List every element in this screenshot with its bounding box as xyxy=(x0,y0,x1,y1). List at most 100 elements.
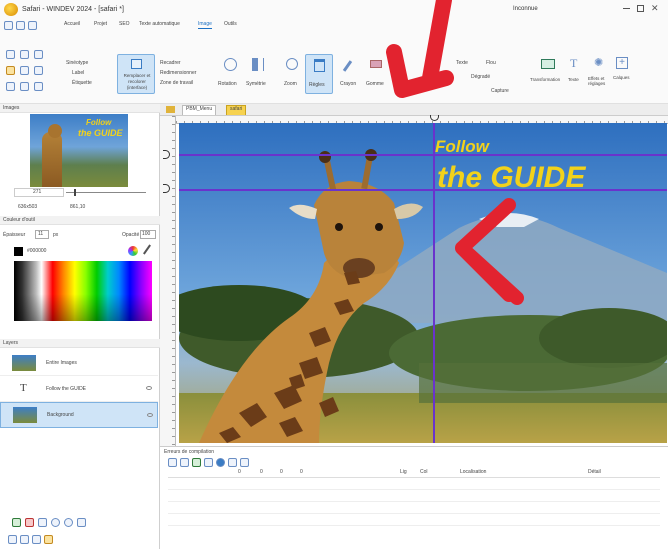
ribbon: Sinéotype Label Étiquette Remplacer et r… xyxy=(0,46,668,104)
layer-item[interactable]: Entire Images xyxy=(0,352,158,376)
size-label: 636x503 xyxy=(18,204,38,210)
folder-icon xyxy=(166,106,175,113)
maximize-icon[interactable] xyxy=(637,5,644,12)
layer-image-icon xyxy=(12,355,36,371)
window-controls: ✕ xyxy=(585,3,665,14)
minimize-icon[interactable] xyxy=(623,8,630,9)
zoom-slider[interactable] xyxy=(66,189,146,196)
slider-thumb[interactable] xyxy=(74,189,76,196)
capture-button[interactable]: Capture xyxy=(491,88,509,95)
zoom-button[interactable]: Zoom xyxy=(282,56,304,94)
title-bar: Safari - WINDEV 2024 - [safari *] Inconn… xyxy=(0,0,668,46)
sineotype-button[interactable]: Sinéotype xyxy=(66,60,88,67)
errors-header-row: 0 0 0 0 Lig Col Localisation Détail xyxy=(168,469,660,478)
image-canvas[interactable]: Follow the GUIDE xyxy=(179,123,667,443)
flip-icon xyxy=(252,58,264,71)
app-logo[interactable] xyxy=(4,3,18,16)
ruler-icon xyxy=(314,59,325,72)
effects-button[interactable]: ✺ Effets et réglages xyxy=(588,56,612,94)
layer-item[interactable]: T Follow the GUIDE xyxy=(0,378,158,402)
image-thumbnail[interactable]: Follow the GUIDE xyxy=(30,114,128,187)
hex-value: #000000 xyxy=(27,248,47,254)
opacity-input[interactable]: 100 xyxy=(140,230,156,239)
calques-button[interactable]: + Calques xyxy=(613,56,633,94)
overlay-title-line2: the GUIDE xyxy=(437,161,586,194)
add-layer-icon[interactable] xyxy=(12,518,21,527)
panel-title: Erreurs de compilation xyxy=(164,449,215,455)
opacity-label: Opacité xyxy=(122,232,140,238)
ribbon-group1: Sinéotype Label Étiquette xyxy=(66,60,110,100)
rotate-icon xyxy=(224,58,237,71)
error-count[interactable]: 0 xyxy=(238,469,241,476)
text-layer-icon: T xyxy=(20,382,27,394)
delete-layer-icon[interactable] xyxy=(25,518,34,527)
move-up-icon[interactable] xyxy=(64,518,73,527)
ribbon-left-icons xyxy=(6,50,62,96)
layer-name: Follow the GUIDE xyxy=(46,386,87,392)
duplicate-layer-icon[interactable] xyxy=(38,518,47,527)
tab-texte-auto[interactable]: Texte automatique xyxy=(139,21,180,28)
crayon-button[interactable]: Crayon xyxy=(338,56,362,94)
tab-pbm-menu[interactable]: PBM_Menu xyxy=(182,105,217,115)
rotation-button[interactable]: Rotation xyxy=(218,56,242,94)
overlay-title-line1: Follow xyxy=(435,137,491,156)
layer-item-selected[interactable]: Background xyxy=(0,402,158,428)
canvas-image: Follow the GUIDE xyxy=(179,123,667,443)
layer-name: Background xyxy=(47,412,74,418)
close-icon[interactable]: ✕ xyxy=(651,3,659,14)
crop-button[interactable]: Recadrer xyxy=(160,60,181,67)
layer-toolbar xyxy=(12,518,102,530)
tab-projet[interactable]: Projet xyxy=(94,21,107,28)
degrade-button[interactable]: Dégradé xyxy=(471,74,490,81)
unit-label: px xyxy=(53,232,59,238)
tab-outils[interactable]: Outils xyxy=(224,21,237,28)
eyedropper-icon[interactable] xyxy=(143,244,151,255)
col-localisation[interactable]: Localisation xyxy=(460,469,486,476)
panel-tabs xyxy=(8,534,68,546)
visibility-icon[interactable] xyxy=(146,386,152,390)
thumbnail-title-line1: Follow xyxy=(86,118,112,127)
visibility-icon[interactable] xyxy=(147,413,153,417)
merge-icon[interactable] xyxy=(77,518,86,527)
col-lig[interactable]: Lig xyxy=(400,469,407,476)
quick-access xyxy=(4,21,64,43)
tab-seo[interactable]: SEO xyxy=(119,21,130,28)
warning-count[interactable]: 0 xyxy=(260,469,263,476)
resize-button[interactable]: Redimensionner xyxy=(160,70,196,77)
compile-errors-panel: Erreurs de compilation 0 0 0 0 Lig Col L… xyxy=(160,446,668,549)
sparkle-icon: ✺ xyxy=(594,57,604,69)
vertical-ruler[interactable] xyxy=(160,116,176,446)
replace-recolor-button[interactable]: Remplacer et recolorer (interface) xyxy=(117,54,155,94)
symmetry-button[interactable]: Symétrie xyxy=(245,56,271,94)
workarea-button[interactable]: Zone de travail xyxy=(160,80,193,87)
flou-button[interactable]: Flou xyxy=(486,60,496,67)
pencil-icon xyxy=(342,60,353,72)
col-col[interactable]: Col xyxy=(420,469,428,476)
tab-image[interactable]: Image xyxy=(198,21,212,29)
thickness-input[interactable]: 11 xyxy=(35,230,49,239)
ribbon-tabs: Accueil Projet SEO Texte automatique Ima… xyxy=(62,21,262,31)
zoom-input[interactable]: 271 xyxy=(14,188,64,197)
table-row xyxy=(168,480,660,490)
table-row xyxy=(168,492,660,502)
rulers-button[interactable]: Règles xyxy=(305,54,333,94)
text-tool-icon: T xyxy=(570,56,578,70)
other-count[interactable]: 0 xyxy=(300,469,303,476)
position-label: 861,10 xyxy=(70,204,86,210)
thumbnail-title-line2: the GUIDE xyxy=(78,128,123,138)
ribbon-group2: Recadrer Redimensionner Zone de travail xyxy=(160,60,215,100)
tab-safari[interactable]: safari xyxy=(226,105,247,115)
table-row xyxy=(168,504,660,514)
color-palette[interactable] xyxy=(14,261,152,321)
transformation-button[interactable]: Transformation xyxy=(530,56,566,94)
tab-accueil[interactable]: Accueil xyxy=(64,21,80,28)
col-detail[interactable]: Détail xyxy=(588,469,601,476)
info-count[interactable]: 0 xyxy=(280,469,283,476)
move-down-icon[interactable] xyxy=(51,518,60,527)
color-wheel-icon[interactable] xyxy=(128,246,138,256)
etiquette-button[interactable]: Étiquette xyxy=(72,80,92,87)
replace-icon xyxy=(131,59,142,69)
label-button[interactable]: Label xyxy=(72,70,84,77)
textes-button[interactable]: T Texte xyxy=(568,56,584,94)
current-color-swatch[interactable] xyxy=(14,247,23,256)
